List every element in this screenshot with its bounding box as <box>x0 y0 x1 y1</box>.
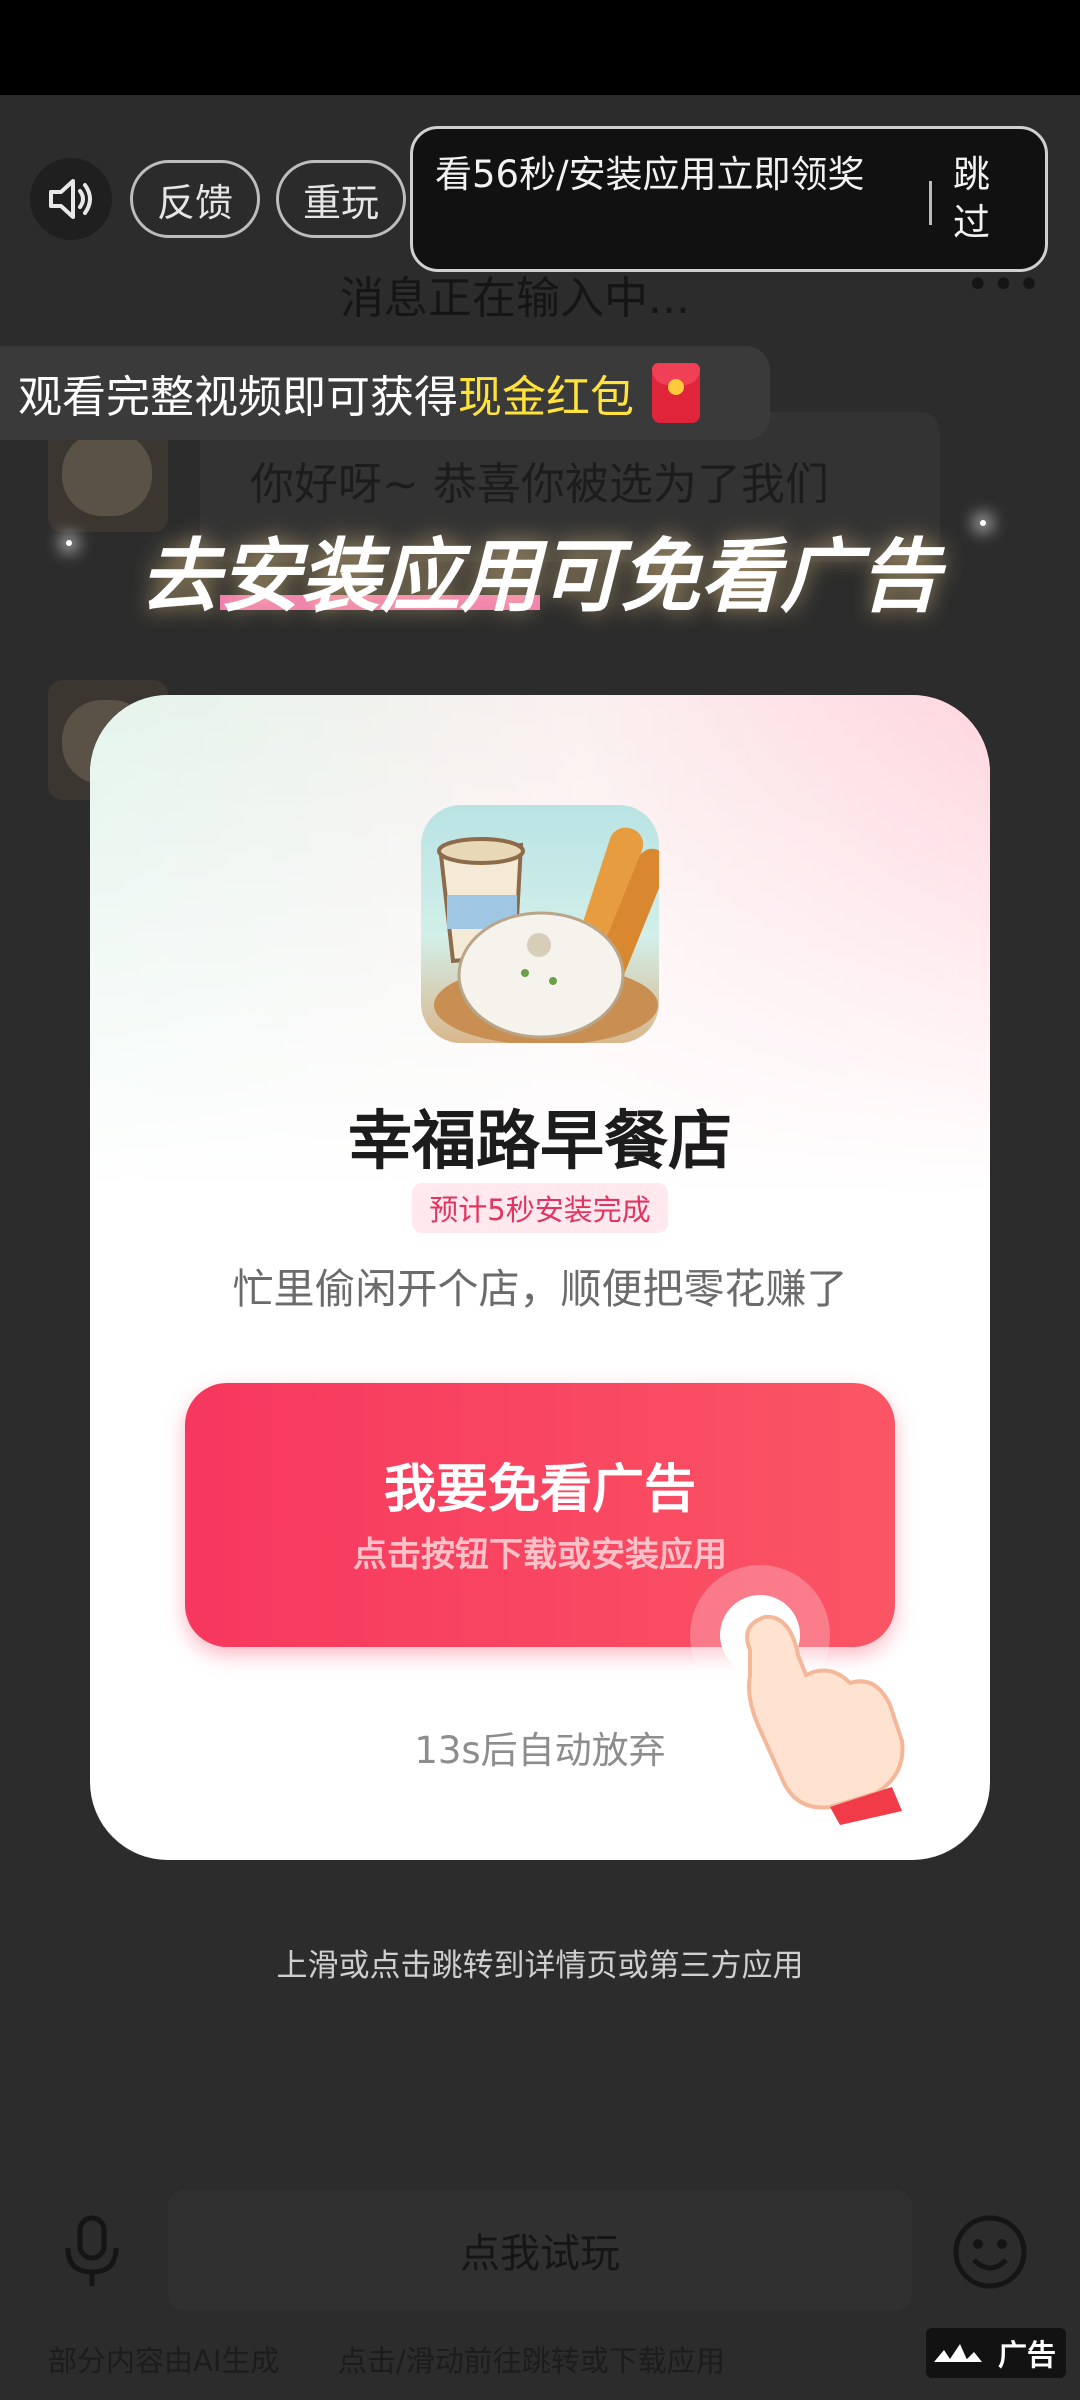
feedback-button[interactable]: 反馈 <box>130 160 260 238</box>
app-icon[interactable] <box>421 805 659 1043</box>
app-name: 幸福路早餐店 <box>348 1105 732 1179</box>
sparkle <box>980 520 986 526</box>
headline-part: 去 <box>140 530 220 623</box>
breakfast-food-icon <box>434 827 659 1043</box>
reward-banner-highlight: 现金红包 <box>458 372 634 423</box>
pointing-hand-icon <box>690 1565 905 1825</box>
headline-underlined: 安装应用 <box>220 530 540 623</box>
swipe-hint: 上滑或点击跳转到详情页或第三方应用 <box>276 1948 804 1984</box>
mic-icon[interactable] <box>52 2210 132 2290</box>
divider <box>929 181 932 225</box>
chat-bubble-text: 你好呀~ 恭喜你被选为了我们 <box>250 459 829 510</box>
emoji-icon[interactable] <box>950 2212 1030 2292</box>
app-description: 忙里偷闲开个店，顺便把零花赚了 <box>232 1265 848 1313</box>
ai-generated-note: 部分内容由AI生成 <box>48 2344 280 2378</box>
status-bar <box>0 0 1080 95</box>
red-packet-icon <box>652 363 700 423</box>
reward-countdown: 看56秒/安装应用立即领奖 跳过 <box>410 126 1048 272</box>
countdown-text: 看56秒/安装应用立即领奖 <box>435 153 865 196</box>
speaker-icon <box>49 179 92 219</box>
sound-toggle-button[interactable] <box>30 158 112 240</box>
ad-label-badge: 广告 <box>926 2328 1066 2378</box>
ad-logo-icon <box>933 2344 982 2362</box>
reward-banner: 观看完整视频即可获得 现金红包 <box>0 346 770 440</box>
cta-main-label: 我要免看广告 <box>383 1460 696 1520</box>
chat-typing-title: 消息正在输入中... <box>340 273 690 324</box>
try-play-field[interactable]: 点我试玩 <box>168 2190 912 2310</box>
install-time-badge: 预计5秒安装完成 <box>412 1183 668 1233</box>
replay-button[interactable]: 重玩 <box>276 160 406 238</box>
sparkle <box>66 540 72 546</box>
headline-part: 可免看广告 <box>540 530 940 623</box>
ad-label: 广告 <box>997 2338 1056 2372</box>
promo-headline: 去安装应用可免看广告 <box>0 512 1080 628</box>
redirect-note: 点击/滑动前往跳转或下载应用 <box>338 2344 725 2378</box>
skip-button[interactable]: 跳过 <box>953 151 1013 247</box>
more-options-icon: ••• <box>966 262 1043 308</box>
reward-banner-text: 观看完整视频即可获得 <box>18 372 458 423</box>
